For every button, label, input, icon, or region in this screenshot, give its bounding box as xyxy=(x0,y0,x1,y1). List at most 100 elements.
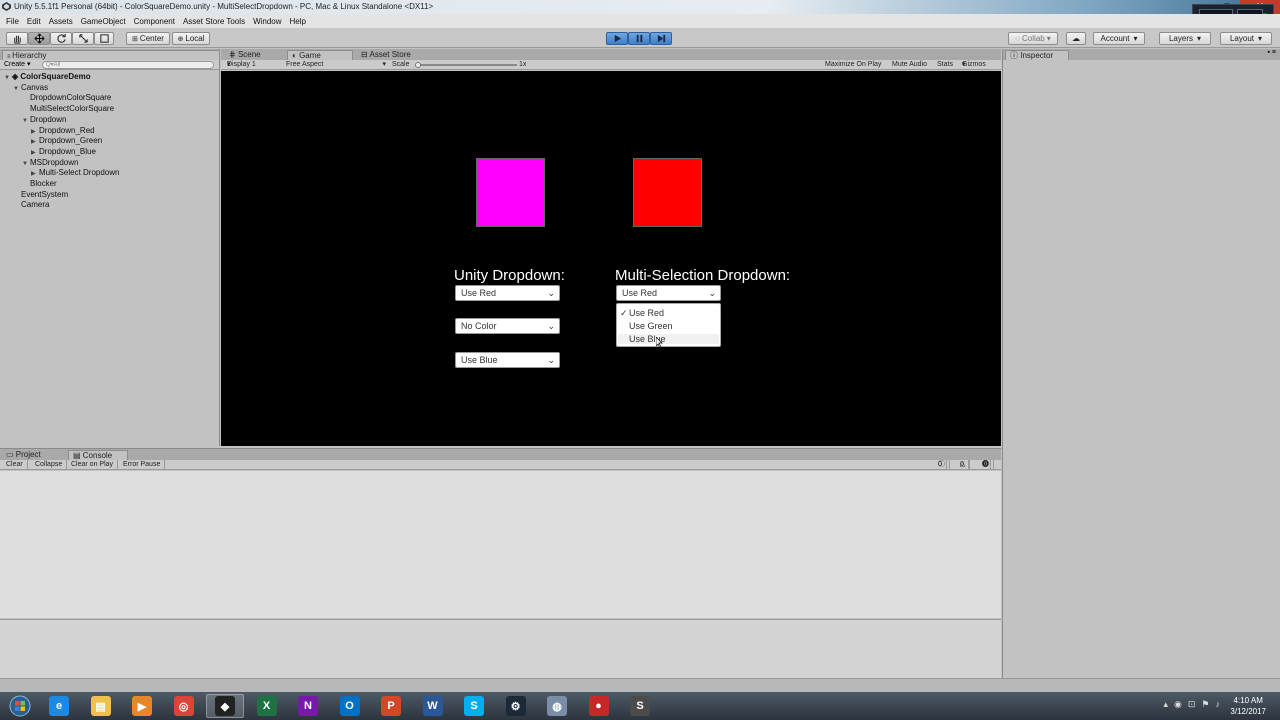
clear-button[interactable]: Clear xyxy=(2,460,28,470)
expand-arrow-icon[interactable]: ▼ xyxy=(22,116,30,126)
tab-hierarchy[interactable]: ≡ Hierarchy xyxy=(2,50,220,60)
scale-slider-handle[interactable] xyxy=(415,62,421,68)
error-pause-toggle[interactable]: Error Pause xyxy=(119,460,166,470)
hierarchy-item[interactable]: DropdownColorSquare xyxy=(22,93,111,103)
hierarchy-item[interactable]: ▼ MSDropdown xyxy=(22,158,78,168)
console-detail-area[interactable] xyxy=(0,619,1001,679)
taskbar-app-media[interactable]: ▶ xyxy=(123,694,161,718)
option-use-green[interactable]: Use Green xyxy=(629,321,673,331)
expand-arrow-icon[interactable]: ▶ xyxy=(31,169,39,179)
network-icon[interactable]: ⊡ xyxy=(1188,699,1196,710)
hierarchy-item[interactable]: Blocker xyxy=(22,179,57,189)
hierarchy-item[interactable]: Camera xyxy=(13,200,49,210)
chrome-icon: ◎ xyxy=(173,696,194,716)
pivot-center-button[interactable]: ⊞ Center xyxy=(126,32,170,45)
taskbar-app-ie[interactable]: e xyxy=(40,694,78,718)
layout-dropdown[interactable]: Layout ▾ xyxy=(1220,32,1272,45)
menu-component[interactable]: Component xyxy=(134,17,175,26)
tab-asset-store[interactable]: ⊟ Asset Store xyxy=(357,50,423,60)
scale-slider[interactable] xyxy=(417,64,517,66)
mute-audio-toggle[interactable]: Mute Audio xyxy=(892,60,927,70)
create-button[interactable]: Create ▾ xyxy=(4,60,30,70)
step-button[interactable] xyxy=(650,32,672,45)
hierarchy-tabstrip: ≡ Hierarchy xyxy=(0,49,220,60)
dropdown-red[interactable]: Use Red ⌄ xyxy=(455,285,560,301)
taskbar-app-excel[interactable]: X xyxy=(248,694,286,718)
layers-dropdown[interactable]: Layers ▾ xyxy=(1159,32,1211,45)
rect-tool-button[interactable] xyxy=(94,32,114,45)
expand-arrow-icon[interactable]: ▼ xyxy=(4,73,12,83)
menu-help[interactable]: Help xyxy=(290,17,306,26)
play-button[interactable] xyxy=(606,32,628,45)
taskbar-app-word[interactable]: W xyxy=(414,694,452,718)
expand-arrow-icon[interactable]: ▶ xyxy=(31,127,39,137)
hand-tool-button[interactable] xyxy=(6,32,28,45)
maximize-on-play-toggle[interactable]: Maximize On Play xyxy=(825,60,881,70)
account-dropdown[interactable]: Account ▾ xyxy=(1093,32,1145,45)
taskbar-app-outlook[interactable]: O xyxy=(331,694,369,718)
clock[interactable]: 4:10 AM 3/12/2017 xyxy=(1230,695,1266,717)
taskbar-app-steam[interactable]: ⚙ xyxy=(497,694,535,718)
option-use-red[interactable]: Use Red xyxy=(629,308,664,318)
clear-on-play-toggle[interactable]: Clear on Play xyxy=(67,460,119,470)
move-tool-button[interactable] xyxy=(28,32,50,45)
panel-menu-icon[interactable]: ▪ ≡ xyxy=(1267,49,1276,56)
tab-console[interactable]: ▤ Console xyxy=(68,450,128,460)
pivot-local-button[interactable]: ⊕ Local xyxy=(172,32,210,45)
tray-arrow-icon[interactable]: ▴ xyxy=(1163,699,1168,710)
menu-gameobject[interactable]: GameObject xyxy=(81,17,126,26)
taskbar-app-explorer[interactable]: ▤ xyxy=(82,694,120,718)
dropdown-blue[interactable]: Use Blue ⌄ xyxy=(455,352,560,368)
hierarchy-item-label: Blocker xyxy=(30,179,57,188)
start-button[interactable] xyxy=(2,693,38,719)
tab-inspector[interactable]: ⓘ Inspector xyxy=(1005,50,1069,60)
taskbar-app-chrome[interactable]: ◎ xyxy=(165,694,203,718)
hierarchy-item[interactable]: ▼ ◈ ColorSquareDemo xyxy=(4,72,91,82)
tray-app-icon[interactable]: ◉ xyxy=(1174,699,1182,710)
taskbar-app-record[interactable]: ● xyxy=(580,694,618,718)
dropdown-green[interactable]: No Color ⌄ xyxy=(455,318,560,334)
volume-icon[interactable]: ♪ xyxy=(1216,699,1221,710)
option-use-blue[interactable]: Use Blue xyxy=(618,334,719,344)
expand-arrow-icon[interactable]: ▶ xyxy=(31,148,39,158)
taskbar-app-skype[interactable]: S xyxy=(455,694,493,718)
taskbar-app-onenote[interactable]: N xyxy=(289,694,327,718)
taskbar-app-unity[interactable]: ◆ xyxy=(206,694,244,718)
collab-button[interactable]: ◌ Collab ▾ xyxy=(1008,32,1058,45)
scale-tool-button[interactable] xyxy=(72,32,94,45)
menu-assets[interactable]: Assets xyxy=(49,17,73,26)
hierarchy-item[interactable]: ▼ Canvas xyxy=(13,83,48,93)
stats-toggle[interactable]: Stats xyxy=(937,60,953,70)
expand-arrow-icon[interactable]: ▼ xyxy=(13,84,21,94)
console-log-list[interactable] xyxy=(0,471,1001,618)
hierarchy-item[interactable]: EventSystem xyxy=(13,190,68,200)
flag-icon[interactable]: ⚑ xyxy=(1201,699,1209,710)
hierarchy-search-input[interactable]: Q▾All xyxy=(42,61,214,69)
gizmos-dropdown[interactable]: Gizmos ▾ xyxy=(962,60,986,70)
hierarchy-item[interactable]: MultiSelectColorSquare xyxy=(22,104,114,114)
menu-file[interactable]: File xyxy=(6,17,19,26)
hierarchy-item[interactable]: ▶ Dropdown_Green xyxy=(31,136,102,146)
menu-edit[interactable]: Edit xyxy=(27,17,41,26)
hierarchy-item[interactable]: ▼ Dropdown xyxy=(22,115,66,125)
multiselect-dropdown[interactable]: Use Red ⌄ xyxy=(616,285,721,301)
display-dropdown[interactable]: Display 1 ▾ xyxy=(227,60,256,70)
collapse-button[interactable]: Collapse xyxy=(31,460,68,470)
taskbar-app-powerpoint[interactable]: P xyxy=(372,694,410,718)
expand-arrow-icon[interactable]: ▼ xyxy=(22,159,30,169)
hierarchy-item[interactable]: ▶ Dropdown_Blue xyxy=(31,147,96,157)
menu-window[interactable]: Window xyxy=(253,17,281,26)
expand-arrow-icon[interactable]: ▶ xyxy=(31,137,39,147)
taskbar-app-app[interactable]: ◍ xyxy=(538,694,576,718)
tab-game[interactable]: ◐ Game xyxy=(287,50,353,60)
tab-scene[interactable]: ⋕ Scene xyxy=(225,50,283,60)
taskbar-app-sublime[interactable]: S xyxy=(621,694,659,718)
hierarchy-item[interactable]: ▶ Multi-Select Dropdown xyxy=(31,168,119,178)
hierarchy-item[interactable]: ▶ Dropdown_Red xyxy=(31,126,95,136)
rotate-tool-button[interactable] xyxy=(50,32,72,45)
game-viewport[interactable]: Unity Dropdown: Multi-Selection Dropdown… xyxy=(221,71,1001,446)
tab-project[interactable]: ▭ Project xyxy=(2,450,62,460)
menu-asset-store-tools[interactable]: Asset Store Tools xyxy=(183,17,245,26)
pause-button[interactable] xyxy=(628,32,650,45)
cloud-button[interactable]: ☁ xyxy=(1066,32,1086,45)
